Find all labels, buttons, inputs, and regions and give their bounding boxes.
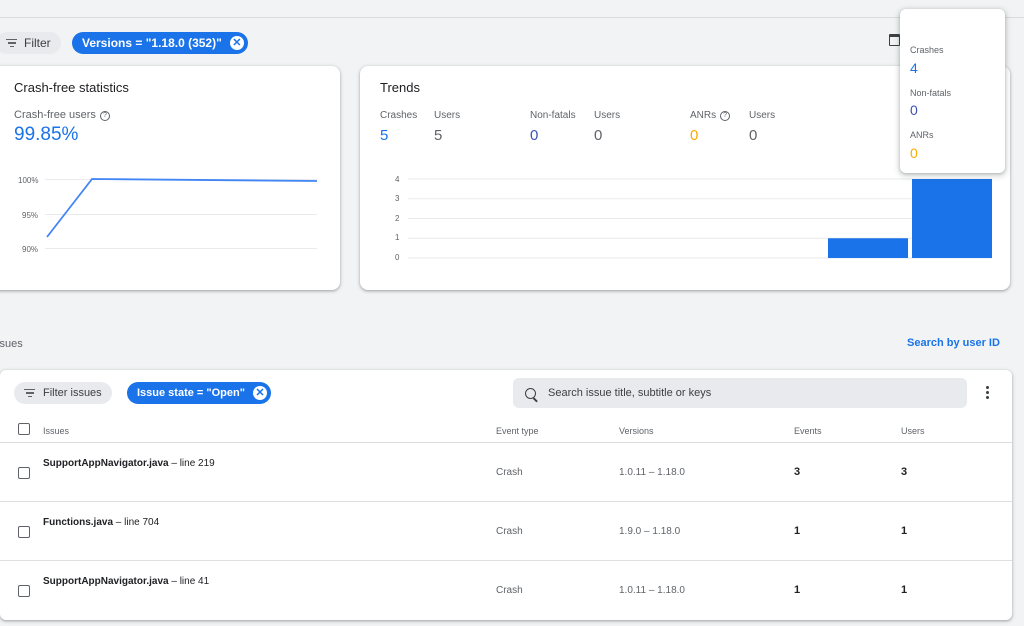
version-chip-label: Versions = "1.18.0 (352)" xyxy=(82,36,222,50)
top-divider xyxy=(0,17,1024,18)
issue-state-chip[interactable]: Issue state = "Open" ✕ xyxy=(127,382,271,404)
search-placeholder: Search issue title, subtitle or keys xyxy=(548,387,712,399)
search-icon xyxy=(525,387,536,399)
column-header-versions[interactable]: Versions xyxy=(619,426,654,436)
event-type-cell: Crash xyxy=(496,526,523,537)
users-cell: 1 xyxy=(901,525,908,537)
event-type-cell: Crash xyxy=(496,585,523,596)
filter-icon xyxy=(6,38,17,48)
row-checkbox[interactable] xyxy=(18,526,30,538)
crash-free-card: Crash-free statistics Crash-free users? … xyxy=(0,66,340,290)
events-cell: 3 xyxy=(794,466,801,478)
calendar-icon[interactable] xyxy=(889,34,900,46)
issues-section-title: ssues xyxy=(0,338,23,350)
close-icon[interactable]: ✕ xyxy=(252,386,267,400)
tooltip-crashes-label: Crashes xyxy=(910,45,944,55)
issues-card: Filter issues Issue state = "Open" ✕ Sea… xyxy=(0,370,1012,620)
tooltip-anrs-label: ANRs xyxy=(910,130,934,140)
issue-title[interactable]: Functions.java – line 704 xyxy=(43,517,159,528)
versions-cell: 1.0.11 – 1.18.0 xyxy=(619,585,685,596)
crash-free-line-chart xyxy=(46,178,318,238)
row-checkbox[interactable] xyxy=(18,585,30,597)
versions-cell: 1.0.11 – 1.18.0 xyxy=(619,467,685,478)
column-header-issues[interactable]: Issues xyxy=(43,426,69,436)
column-header-events[interactable]: Events xyxy=(794,426,822,436)
chart-tooltip: Crashes 4 Non-fatals 0 ANRs 0 xyxy=(900,9,1005,173)
tooltip-crashes-value: 4 xyxy=(910,60,918,76)
crash-bar[interactable] xyxy=(912,179,992,258)
crash-bar[interactable] xyxy=(828,238,908,258)
version-filter-chip[interactable]: Versions = "1.18.0 (352)" ✕ xyxy=(72,32,248,54)
tooltip-anrs-value: 0 xyxy=(910,145,918,161)
search-by-user-id-link[interactable]: Search by user ID xyxy=(907,337,1000,349)
event-type-cell: Crash xyxy=(496,467,523,478)
users-cell: 1 xyxy=(901,584,908,596)
select-all-checkbox[interactable] xyxy=(18,423,30,435)
filter-issues-button[interactable]: Filter issues xyxy=(14,382,112,404)
issue-title[interactable]: SupportAppNavigator.java – line 41 xyxy=(43,576,209,587)
column-header-users[interactable]: Users xyxy=(901,426,925,436)
issue-search-input[interactable]: Search issue title, subtitle or keys xyxy=(513,378,967,408)
close-icon[interactable]: ✕ xyxy=(229,36,244,50)
versions-cell: 1.9.0 – 1.18.0 xyxy=(619,526,681,537)
filter-button[interactable]: Filter xyxy=(0,32,61,54)
filter-icon xyxy=(24,388,35,398)
issue-title[interactable]: SupportAppNavigator.java – line 219 xyxy=(43,458,215,469)
events-cell: 1 xyxy=(794,525,801,537)
tooltip-nonfatals-label: Non-fatals xyxy=(910,88,952,98)
column-header-event-type[interactable]: Event type xyxy=(496,426,539,436)
filter-label: Filter xyxy=(24,36,51,50)
users-cell: 3 xyxy=(901,466,908,478)
issue-state-label: Issue state = "Open" xyxy=(137,387,245,399)
tooltip-nonfatals-value: 0 xyxy=(910,102,918,118)
more-vert-icon[interactable] xyxy=(986,386,989,399)
filter-issues-label: Filter issues xyxy=(43,387,102,399)
crash-free-series-line xyxy=(46,178,318,238)
row-checkbox[interactable] xyxy=(18,467,30,479)
events-cell: 1 xyxy=(794,584,801,596)
